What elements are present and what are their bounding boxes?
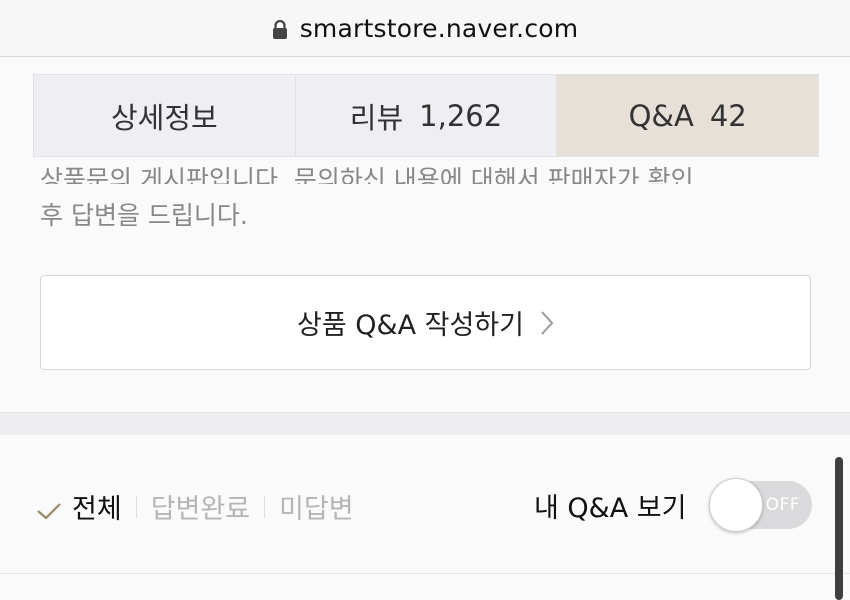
tab-details[interactable]: 상세정보 bbox=[34, 75, 296, 156]
notice-line-1-text: 상품문의 게시판입니다. 문의하신 내용에 대해서 판매자가 확인 bbox=[40, 165, 694, 184]
tab-qna-count: 42 bbox=[709, 98, 747, 133]
tab-qna-label: Q&A bbox=[628, 98, 694, 133]
toggle-state-label: OFF bbox=[765, 495, 800, 515]
tab-details-label: 상세정보 bbox=[110, 100, 218, 135]
write-qna-label: 상품 Q&A 작성하기 bbox=[297, 310, 524, 341]
product-tabs: 상세정보 리뷰 1,262 Q&A 42 bbox=[33, 74, 819, 157]
tab-reviews-count: 1,262 bbox=[419, 98, 503, 133]
filter-divider bbox=[0, 573, 850, 574]
my-qna-toggle[interactable]: OFF bbox=[709, 478, 812, 532]
section-divider bbox=[0, 412, 850, 435]
chevron-right-icon bbox=[540, 310, 554, 336]
notice-line-1: 상품문의 게시판입니다. 문의하신 내용에 대해서 판매자가 확인 bbox=[40, 154, 810, 184]
write-qna-button[interactable]: 상품 Q&A 작성하기 bbox=[40, 275, 811, 370]
filter-separator bbox=[264, 495, 266, 518]
lock-icon bbox=[272, 17, 288, 39]
tab-reviews-label: 리뷰 bbox=[349, 100, 404, 135]
scrollbar[interactable] bbox=[835, 457, 843, 600]
filter-separator bbox=[135, 495, 137, 518]
check-icon bbox=[36, 497, 62, 520]
notice-line-2: 후 답변을 드립니다. bbox=[40, 201, 248, 230]
answer-filters: 전체 답변완료 미답변 bbox=[36, 487, 354, 526]
filter-all[interactable]: 전체 bbox=[72, 487, 122, 526]
address-bar[interactable]: smartstore.naver.com bbox=[0, 0, 850, 57]
tab-qna[interactable]: Q&A 42 bbox=[557, 75, 819, 156]
filter-unanswered[interactable]: 미답변 bbox=[279, 487, 354, 526]
my-qna-label: 내 Q&A 보기 bbox=[534, 493, 687, 524]
url-text: smartstore.naver.com bbox=[299, 13, 579, 43]
toggle-knob bbox=[709, 478, 763, 532]
tab-reviews[interactable]: 리뷰 1,262 bbox=[295, 75, 558, 156]
filter-answered[interactable]: 답변완료 bbox=[151, 487, 250, 526]
